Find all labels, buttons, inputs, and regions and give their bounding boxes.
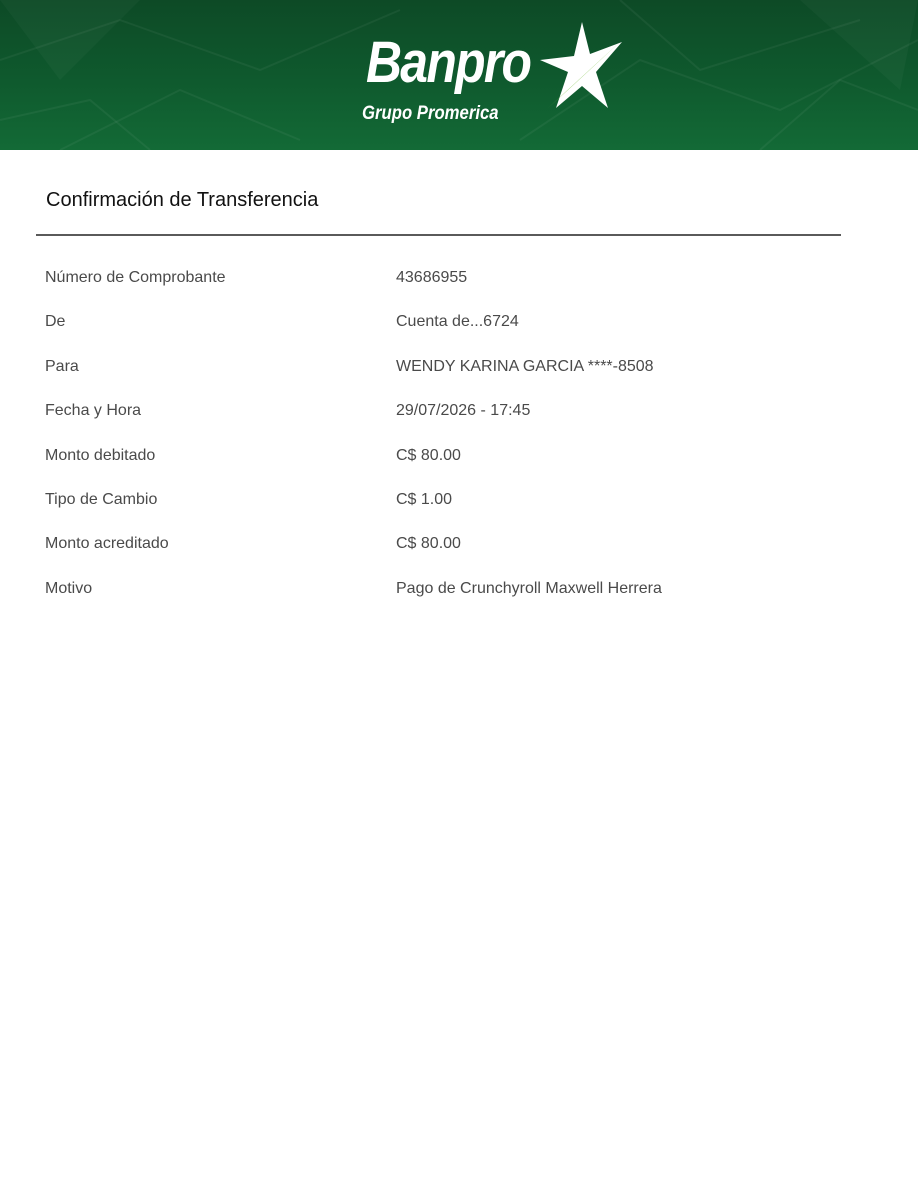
logo-subtitle: Grupo Promerica xyxy=(362,103,499,124)
detail-label: De xyxy=(45,313,66,331)
detail-value: 29/07/2026 - 17:45 xyxy=(396,402,531,420)
detail-value: Cuenta de...6724 xyxy=(396,313,519,331)
detail-label: Monto acreditado xyxy=(45,535,169,553)
detail-row-date-time: Fecha y Hora 29/07/2026 - 17:45 xyxy=(45,402,845,446)
banpro-logo: Banpro Grupo Promerica xyxy=(360,20,630,130)
detail-row-exchange-rate: Tipo de Cambio C$ 1.00 xyxy=(45,491,845,535)
detail-row-amount-debited: Monto debitado C$ 80.00 xyxy=(45,447,845,491)
detail-row-to: Para WENDY KARINA GARCIA ****-8508 xyxy=(45,358,845,402)
detail-value: C$ 80.00 xyxy=(396,446,461,464)
detail-value: C$ 1.00 xyxy=(396,490,453,508)
detail-label: Fecha y Hora xyxy=(45,402,142,420)
detail-row-amount-credited: Monto acreditado C$ 80.00 xyxy=(45,535,845,579)
header-banner: Banpro Grupo Promerica xyxy=(0,0,918,150)
detail-row-receipt-number: Número de Comprobante 43686955 xyxy=(45,269,845,313)
transfer-details: Número de Comprobante 43686955 De Cuenta… xyxy=(45,269,845,624)
star-logo-icon xyxy=(540,22,622,108)
detail-row-from: De Cuenta de...6724 xyxy=(45,313,845,357)
detail-value: C$ 80.00 xyxy=(396,535,461,553)
detail-label: Para xyxy=(45,357,79,375)
detail-label: Monto debitado xyxy=(45,446,156,464)
detail-value: 43686955 xyxy=(396,269,468,286)
detail-value: WENDY KARINA GARCIA ****-8508 xyxy=(396,357,654,375)
detail-label: Tipo de Cambio xyxy=(45,490,158,508)
detail-label: Motivo xyxy=(45,579,93,597)
logo-wordmark: Banpro xyxy=(366,30,532,95)
detail-row-reason: Motivo Pago de Crunchyroll Maxwell Herre… xyxy=(45,580,845,624)
title-divider xyxy=(36,234,841,236)
page-title: Confirmación de Transferencia xyxy=(46,189,319,211)
detail-label: Número de Comprobante xyxy=(45,269,226,286)
detail-value: Pago de Crunchyroll Maxwell Herrera xyxy=(396,579,662,597)
